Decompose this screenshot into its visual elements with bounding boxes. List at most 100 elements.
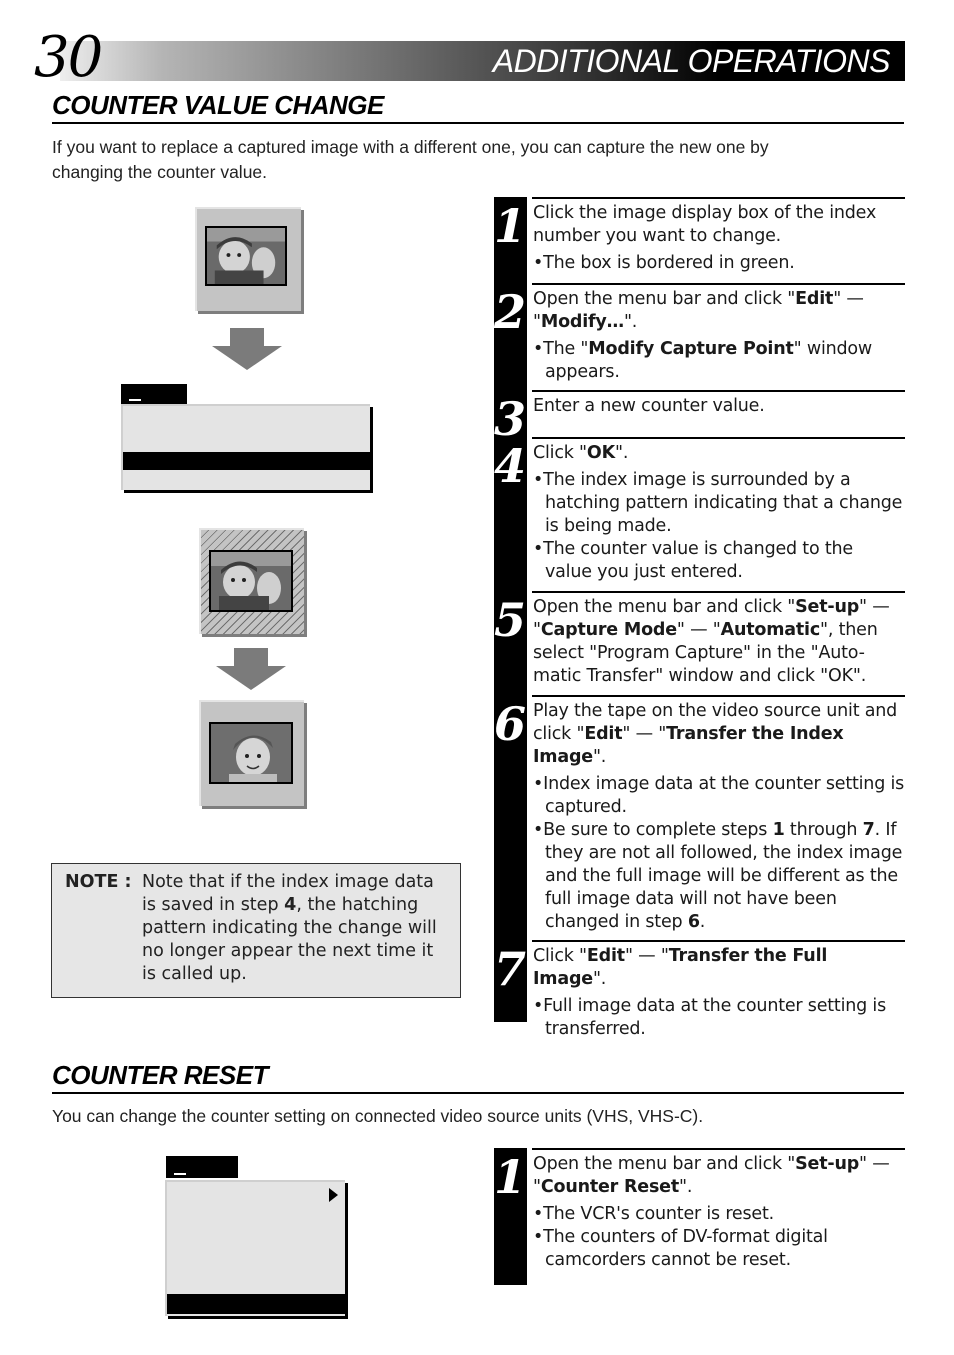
text-run: The box is bordered in green. <box>543 253 795 273</box>
intro-line: changing the counter value. <box>52 162 268 182</box>
text-run: The counter value is changed to the valu… <box>543 539 853 582</box>
step-number: 4 <box>494 439 527 493</box>
text-run: Be sure to complete steps <box>543 820 773 840</box>
step-7: 7 Click "Edit" — "Transfer the Full Image… <box>494 940 905 1039</box>
emphasis-text: Modify Capture Point <box>588 339 794 359</box>
section-title-counter-reset: COUNTER RESET <box>52 1060 268 1090</box>
step-bullet: •The counters of DV-format digital camco… <box>533 1226 905 1272</box>
step-body: Click "Edit" — "Transfer the Full Image"… <box>533 945 905 1041</box>
step-5: 5 Open the menu bar and click "Set-up " — … <box>494 591 905 695</box>
text-run: Full image data at the counter setting i… <box>543 996 887 1039</box>
bullet-icon: • <box>533 470 544 490</box>
text-run: Index image data at the counter setting … <box>543 774 905 817</box>
step-divider <box>532 940 905 942</box>
step-bullet: •The box is bordered in green. <box>533 252 905 275</box>
text-run: Open the menu bar and click " <box>533 597 796 617</box>
step-divider <box>532 197 905 199</box>
step-body: Open the menu bar and click "Edit" — "Mo… <box>533 288 905 384</box>
emphasis-text: OK <box>586 443 615 463</box>
step-number: 7 <box>494 942 527 996</box>
dropdown-menu <box>165 1180 347 1316</box>
step-instruction: Play the tape on the video source unit a… <box>533 700 905 769</box>
section-title-counter-value-change: COUNTER VALUE CHANGE <box>52 90 384 120</box>
text-run: The index image is surrounded by a hatch… <box>543 470 903 536</box>
photo-child-thumbnail <box>209 550 293 612</box>
text-run: Click " <box>533 443 587 463</box>
intro-line: If you want to replace a captured image … <box>52 137 769 157</box>
step-bullet: •Full image data at the counter setting … <box>533 995 905 1041</box>
step-body: Play the tape on the video source unit a… <box>533 700 905 934</box>
step-number: 6 <box>494 697 527 751</box>
emphasis-text: Set-up <box>795 1154 860 1174</box>
emphasis-text: Edit <box>584 724 623 744</box>
emphasis-text: Modify… <box>540 312 624 332</box>
step-body: Click the image display box of the index… <box>533 202 905 275</box>
step-body: Open the menu bar and click "Set-up" — "… <box>533 1153 905 1272</box>
text-run: Open the menu bar and click " <box>533 289 796 309</box>
text-run: ". <box>614 443 629 463</box>
menu-bar-item-edit[interactable] <box>121 384 187 404</box>
step-instruction: Open the menu bar and click "Set-up" — "… <box>533 596 905 688</box>
text-run: " — " <box>676 620 721 640</box>
bullet-icon: • <box>533 996 544 1016</box>
step-divider <box>532 437 905 439</box>
emphasis-text: 1 <box>772 820 785 840</box>
step-divider <box>532 1148 905 1150</box>
step-instruction: Enter a new counter value. <box>533 395 905 418</box>
step-4: 4 Click "OK". •The index image is surround… <box>494 437 905 591</box>
note-text: Note that if the index image data is sav… <box>142 872 437 984</box>
index-image-tile-hatched[interactable] <box>199 528 304 634</box>
text-run: ". <box>679 1177 693 1197</box>
step-instruction: Click "OK". <box>533 442 905 465</box>
menu-accelerator-underline <box>174 1173 186 1175</box>
section-divider <box>52 122 904 124</box>
step-number: 2 <box>494 285 527 339</box>
step-instruction: Click "Edit" — "Transfer the Full Image"… <box>533 945 905 991</box>
dropdown-menu <box>121 404 372 490</box>
step-bullet: •The "Modify Capture Point" window appea… <box>533 338 905 384</box>
section-intro: You can change the counter setting on co… <box>52 1106 704 1126</box>
full-image-tile[interactable] <box>199 700 304 806</box>
text-run: Enter a new counter value. <box>533 396 765 416</box>
step-3: 3 Enter a new counter value. <box>494 390 905 442</box>
emphasis-text: 7 <box>862 820 875 840</box>
step-instruction: Open the menu bar and click "Set-up" — "… <box>533 1153 905 1199</box>
step-1: 1 Click the image display box of the inde… <box>494 197 905 283</box>
photo-girl-thumbnail <box>209 722 293 784</box>
index-image-tile[interactable] <box>195 207 301 311</box>
text-run: Open the menu bar and click " <box>533 1154 796 1174</box>
emphasis-text: 6 <box>687 912 700 932</box>
note-step-ref: 4 <box>284 895 297 915</box>
emphasis-text: Counter Reset <box>540 1177 679 1197</box>
step-instruction: Click the image display box of the index… <box>533 202 905 248</box>
text-run: through <box>784 820 863 840</box>
step-1: 1 Open the menu bar and click "Set-up" — … <box>494 1148 905 1285</box>
bullet-icon: • <box>533 539 544 559</box>
text-run: . <box>699 912 706 932</box>
bullet-icon: • <box>533 339 544 359</box>
step-bullet: •The counter value is changed to the val… <box>533 538 905 584</box>
emphasis-text: Edit <box>795 289 834 309</box>
bullet-icon: • <box>533 820 544 840</box>
text-run: " — " <box>622 724 667 744</box>
text-run: Click " <box>533 946 587 966</box>
menu-item-counter-reset-highlighted[interactable] <box>167 1294 347 1314</box>
note-box: NOTE : Note that if the index image data… <box>51 863 461 998</box>
step-bullet: •The index image is surrounded by a hatc… <box>533 469 905 538</box>
text-run: " — " <box>624 946 669 966</box>
step-number: 1 <box>494 199 527 253</box>
text-run: The " <box>543 339 589 359</box>
emphasis-text: Edit <box>586 946 625 966</box>
step-divider <box>532 283 905 285</box>
menu-bar-item-setup[interactable] <box>166 1156 238 1178</box>
step-divider <box>532 695 905 697</box>
menu-item-modify-highlighted[interactable] <box>123 452 372 470</box>
section-intro: If you want to replace a captured image … <box>52 135 912 185</box>
step-divider <box>532 390 905 392</box>
step-bullet: •The VCR's counter is reset. <box>533 1203 905 1226</box>
note-label: NOTE : <box>65 872 132 892</box>
text-run: Click the image display box of the index… <box>533 203 877 246</box>
text-run: ". <box>592 747 607 767</box>
text-run: ". <box>592 969 607 989</box>
step-bullet: •Be sure to complete steps 1 through 7. … <box>533 819 905 934</box>
